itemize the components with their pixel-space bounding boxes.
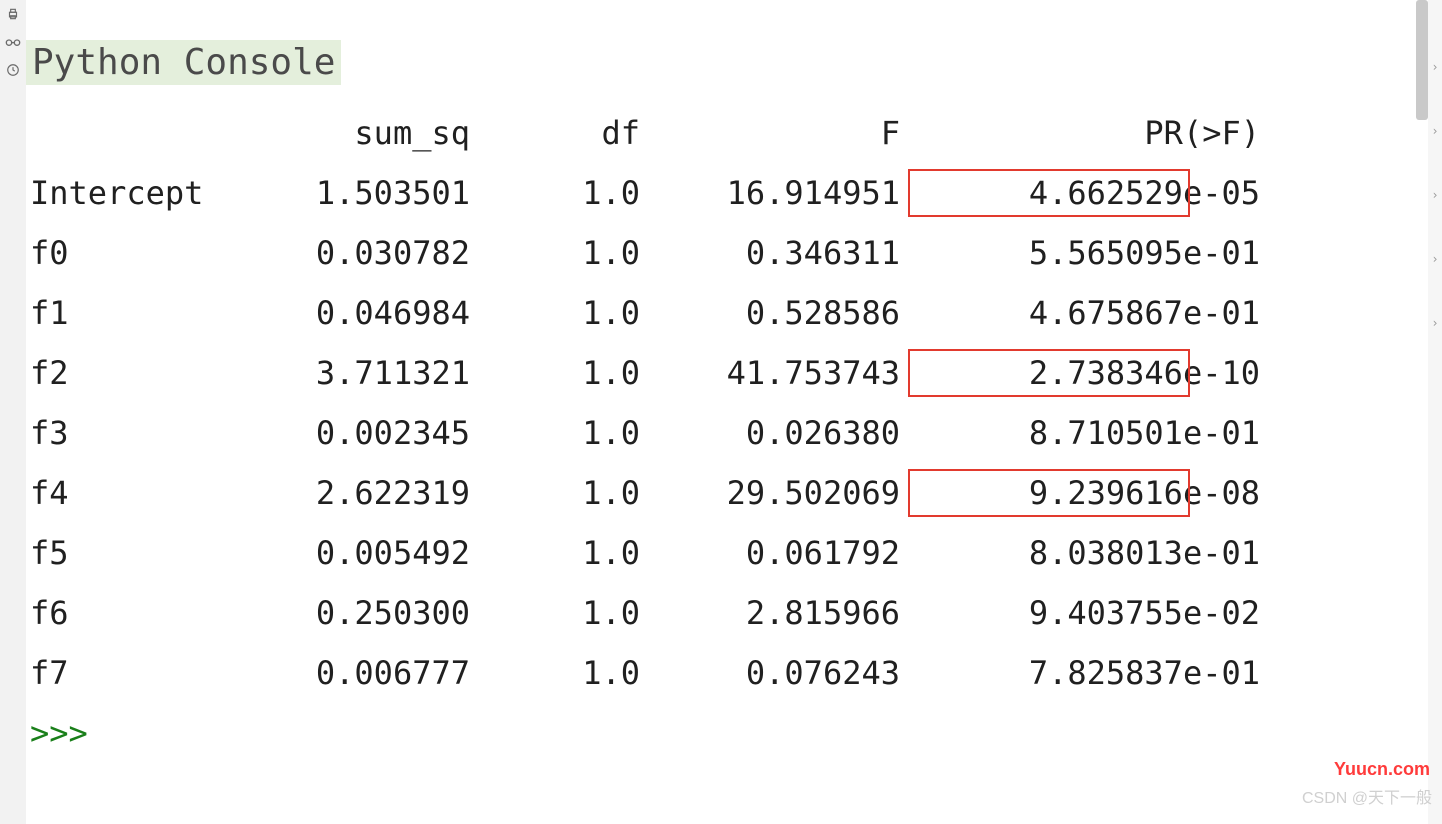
cell-pr: 9.403755e-02 xyxy=(900,583,1260,643)
cell-f: 0.061792 xyxy=(640,523,900,583)
cell-name: f1 xyxy=(30,283,250,343)
cell-df: 1.0 xyxy=(470,583,640,643)
header-blank xyxy=(30,103,250,163)
cell-f: 0.076243 xyxy=(640,643,900,703)
chevron-right-icon[interactable]: › xyxy=(1431,124,1438,138)
cell-f: 29.502069 xyxy=(640,463,900,523)
cell-df: 1.0 xyxy=(470,523,640,583)
ide-right-gutter: › › › › › xyxy=(1428,0,1442,824)
attribution-watermark: CSDN @天下一般 xyxy=(1302,784,1432,808)
table-row: f30.0023451.00.0263808.710501e-01 xyxy=(30,403,1416,463)
cell-pr: 4.662529e-05 xyxy=(900,163,1260,223)
cell-name: f7 xyxy=(30,643,250,703)
cell-pr: 8.038013e-01 xyxy=(900,523,1260,583)
cell-df: 1.0 xyxy=(470,163,640,223)
cell-sum-sq: 2.622319 xyxy=(250,463,470,523)
cell-name: f5 xyxy=(30,523,250,583)
prompt[interactable]: >>> xyxy=(30,703,1416,763)
cell-pr: 4.675867e-01 xyxy=(900,283,1260,343)
cell-df: 1.0 xyxy=(470,343,640,403)
chevron-right-icon[interactable]: › xyxy=(1431,60,1438,74)
table-row: f70.0067771.00.0762437.825837e-01 xyxy=(30,643,1416,703)
cell-f: 16.914951 xyxy=(640,163,900,223)
header-pr: PR(>F) xyxy=(900,103,1260,163)
cell-name: f6 xyxy=(30,583,250,643)
cell-pr: 9.239616e-08 xyxy=(900,463,1260,523)
cell-sum-sq: 3.711321 xyxy=(250,343,470,403)
cell-name: f2 xyxy=(30,343,250,403)
header-f: F xyxy=(640,103,900,163)
table-row: f00.0307821.00.3463115.565095e-01 xyxy=(30,223,1416,283)
site-watermark: Yuucn.com xyxy=(1334,759,1430,780)
cell-df: 1.0 xyxy=(470,643,640,703)
chevron-right-icon[interactable]: › xyxy=(1431,316,1438,330)
cell-f: 41.753743 xyxy=(640,343,900,403)
cell-f: 0.346311 xyxy=(640,223,900,283)
console-main: Python Console sum_sq df F PR(>F) Interc… xyxy=(26,0,1416,824)
table-row: f23.7113211.041.7537432.738346e-10 xyxy=(30,343,1416,403)
cell-f: 0.528586 xyxy=(640,283,900,343)
cell-df: 1.0 xyxy=(470,223,640,283)
cell-df: 1.0 xyxy=(470,463,640,523)
cell-sum-sq: 0.250300 xyxy=(250,583,470,643)
header-sum-sq: sum_sq xyxy=(250,103,470,163)
table-row: f50.0054921.00.0617928.038013e-01 xyxy=(30,523,1416,583)
chevron-right-icon[interactable]: › xyxy=(1431,188,1438,202)
cell-sum-sq: 0.006777 xyxy=(250,643,470,703)
table-row: f10.0469841.00.5285864.675867e-01 xyxy=(30,283,1416,343)
cell-sum-sq: 0.030782 xyxy=(250,223,470,283)
cell-pr: 8.710501e-01 xyxy=(900,403,1260,463)
cell-name: f3 xyxy=(30,403,250,463)
cell-f: 0.026380 xyxy=(640,403,900,463)
table-row: f60.2503001.02.8159669.403755e-02 xyxy=(30,583,1416,643)
table-header: sum_sq df F PR(>F) xyxy=(30,103,1416,163)
history-icon[interactable] xyxy=(5,62,21,78)
cell-df: 1.0 xyxy=(470,283,640,343)
cell-name: f4 xyxy=(30,463,250,523)
cell-sum-sq: 1.503501 xyxy=(250,163,470,223)
cell-pr: 7.825837e-01 xyxy=(900,643,1260,703)
cell-f: 2.815966 xyxy=(640,583,900,643)
ide-left-gutter xyxy=(0,0,26,824)
cell-sum-sq: 0.002345 xyxy=(250,403,470,463)
cell-name: Intercept xyxy=(30,163,250,223)
cell-pr: 5.565095e-01 xyxy=(900,223,1260,283)
table-row: Intercept1.5035011.016.9149514.662529e-0… xyxy=(30,163,1416,223)
console-output[interactable]: sum_sq df F PR(>F) Intercept1.5035011.01… xyxy=(30,103,1416,763)
vertical-scrollbar-thumb[interactable] xyxy=(1416,0,1428,120)
cell-pr: 2.738346e-10 xyxy=(900,343,1260,403)
print-icon[interactable] xyxy=(5,6,21,22)
console-title: Python Console xyxy=(26,40,341,85)
table-row: f42.6223191.029.5020699.239616e-08 xyxy=(30,463,1416,523)
cell-df: 1.0 xyxy=(470,403,640,463)
chevron-right-icon[interactable]: › xyxy=(1431,252,1438,266)
cell-sum-sq: 0.046984 xyxy=(250,283,470,343)
header-df: df xyxy=(470,103,640,163)
glasses-icon[interactable] xyxy=(5,34,21,50)
cell-sum-sq: 0.005492 xyxy=(250,523,470,583)
cell-name: f0 xyxy=(30,223,250,283)
